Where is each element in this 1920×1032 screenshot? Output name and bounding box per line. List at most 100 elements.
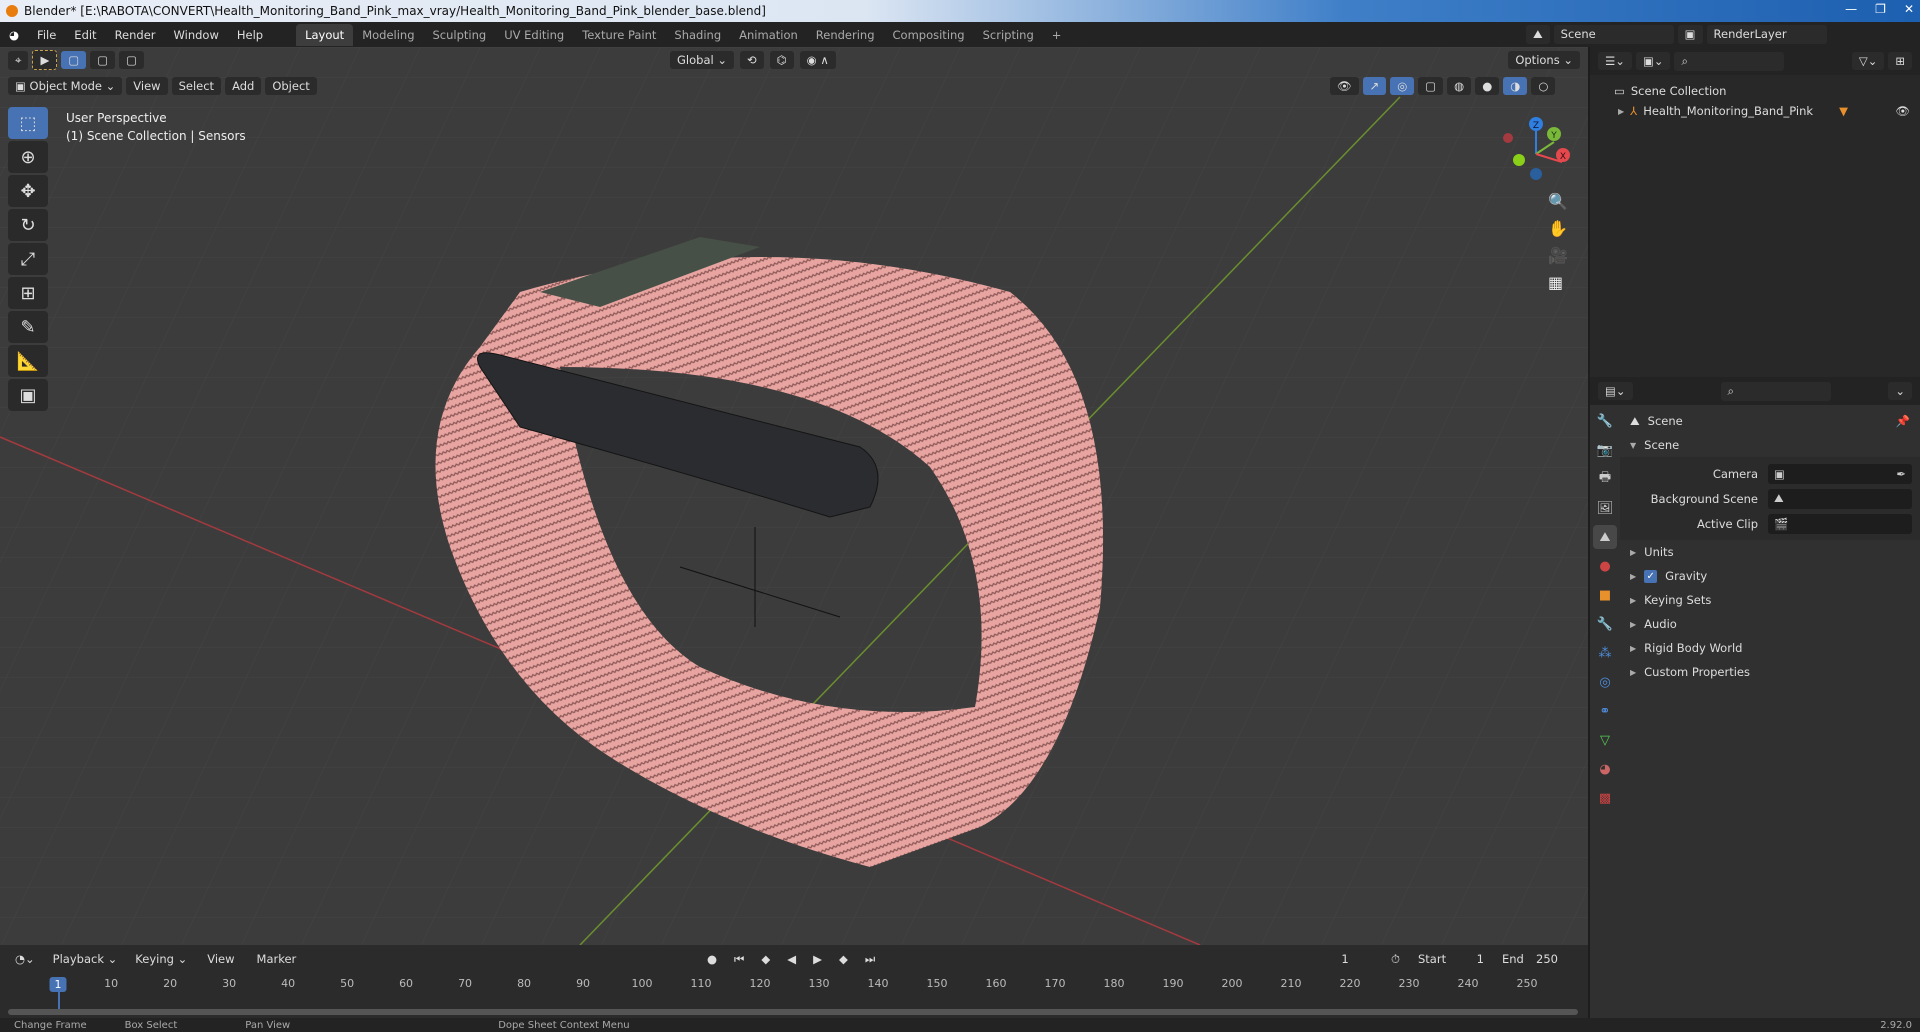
render-layer-field[interactable]: RenderLayer xyxy=(1706,25,1827,44)
tab-shading[interactable]: Shading xyxy=(665,24,730,46)
options-dropdown[interactable]: Options ⌄ xyxy=(1508,51,1580,69)
menu-view[interactable]: View xyxy=(126,77,168,95)
outliner-search-input[interactable]: ⌕ xyxy=(1674,51,1785,71)
tool-tab-icon[interactable]: 🔧 xyxy=(1593,409,1617,433)
maximize-icon[interactable]: ❐ xyxy=(1875,2,1886,16)
editor-type-icon[interactable]: ⌖ xyxy=(8,50,29,70)
scene-tab-icon[interactable]: ⛰ xyxy=(1593,525,1617,549)
menu-help[interactable]: Help xyxy=(228,28,272,42)
minimize-icon[interactable]: — xyxy=(1845,2,1857,16)
panel-custom-properties[interactable]: ▶ Custom Properties xyxy=(1620,660,1920,684)
ortho-grid-icon[interactable]: ▦ xyxy=(1548,273,1568,292)
playhead-line[interactable] xyxy=(58,991,60,1011)
menu-edit[interactable]: Edit xyxy=(65,28,105,42)
3d-viewport[interactable]: ⌖ ▶ ▢ ▢ ▢ Global ⌄ ⟲ ⌬ ◉ ∧ Options ⌄ ▣ O… xyxy=(0,47,1588,945)
new-collection-icon[interactable]: ⊞ xyxy=(1888,52,1912,70)
navigation-gizmo[interactable]: Z Y X xyxy=(1490,112,1570,192)
world-tab-icon[interactable]: ● xyxy=(1593,554,1617,578)
gizmo-toggle-icon[interactable]: ↗ xyxy=(1362,77,1387,95)
filter-icon[interactable]: ▽⌄ xyxy=(1851,52,1885,70)
timeline-scrollbar[interactable] xyxy=(8,1009,1578,1015)
wireframe-shading-icon[interactable]: ◍ xyxy=(1447,77,1472,95)
select-mode-new-icon[interactable]: ▢ xyxy=(61,51,87,69)
camera-view-icon[interactable]: 🎥 xyxy=(1548,246,1568,265)
rendered-shading-icon[interactable]: ○ xyxy=(1531,77,1556,95)
tab-scripting[interactable]: Scripting xyxy=(974,24,1043,46)
data-tab-icon[interactable]: ▽ xyxy=(1593,728,1617,752)
properties-options-icon[interactable]: ⌄ xyxy=(1888,382,1912,400)
outliner-item[interactable]: ▶ ⅄ Health_Monitoring_Band_Pink ▼ 👁 xyxy=(1590,101,1920,121)
add-workspace-button[interactable]: + xyxy=(1043,24,1071,46)
physics-tab-icon[interactable]: ◎ xyxy=(1593,670,1617,694)
zoom-icon[interactable]: 🔍 xyxy=(1548,192,1568,211)
eyedropper-icon[interactable]: ✒ xyxy=(1896,467,1906,481)
outliner-filter-view-icon[interactable]: ▣⌄ xyxy=(1635,52,1671,70)
select-box-tool-icon[interactable]: ⬚ xyxy=(8,107,48,139)
expand-arrow-icon[interactable]: ▶ xyxy=(1618,107,1624,116)
object-tab-icon[interactable]: ■ xyxy=(1593,583,1617,607)
rotate-tool-icon[interactable]: ↻ xyxy=(8,209,48,241)
measure-tool-icon[interactable]: 📐 xyxy=(8,345,48,377)
scale-tool-icon[interactable]: ⤢ xyxy=(8,243,48,275)
panel-keying-sets[interactable]: ▶ Keying Sets xyxy=(1620,588,1920,612)
render-tab-icon[interactable]: 📷 xyxy=(1593,438,1617,462)
frame-ruler[interactable]: 1 10 20 30 40 50 60 70 80 90 100 110 120 130 140 150 160… xyxy=(0,945,1588,1018)
blender-menu-icon[interactable]: ◕ xyxy=(0,28,28,42)
proportional-edit-icon[interactable]: ◉ ∧ xyxy=(799,51,836,69)
menu-add[interactable]: Add xyxy=(225,77,262,95)
material-shading-icon[interactable]: ◑ xyxy=(1503,77,1528,95)
modifier-icon[interactable]: ▼ xyxy=(1839,104,1848,118)
menu-file[interactable]: File xyxy=(28,28,65,42)
background-scene-field[interactable]: ⛰ xyxy=(1768,488,1912,509)
pivot-point-icon[interactable]: ⟲ xyxy=(739,51,764,69)
texture-tab-icon[interactable]: ▩ xyxy=(1593,786,1617,810)
panel-units[interactable]: ▶ Units xyxy=(1620,540,1920,564)
pan-hand-icon[interactable]: ✋ xyxy=(1548,219,1568,238)
annotate-tool-icon[interactable]: ✎ xyxy=(8,311,48,343)
active-clip-field[interactable]: 🎬 xyxy=(1768,513,1912,534)
constraints-tab-icon[interactable]: ⚭ xyxy=(1593,699,1617,723)
tab-sculpting[interactable]: Sculpting xyxy=(424,24,496,46)
select-tool-icon[interactable]: ▶ xyxy=(32,50,58,70)
object-mode-dropdown[interactable]: ▣ Object Mode ⌄ xyxy=(8,77,123,95)
transform-tool-icon[interactable]: ⊞ xyxy=(8,277,48,309)
output-tab-icon[interactable]: 🖶 xyxy=(1593,467,1617,491)
properties-editor-type-icon[interactable]: ▤⌄ xyxy=(1598,382,1633,400)
menu-object[interactable]: Object xyxy=(265,77,317,95)
menu-window[interactable]: Window xyxy=(165,28,228,42)
view-layer-tab-icon[interactable]: 🖼 xyxy=(1593,496,1617,520)
visibility-icon[interactable]: 👁 xyxy=(1330,77,1359,95)
particles-tab-icon[interactable]: ⁂ xyxy=(1593,641,1617,665)
cursor-tool-icon[interactable]: ⊕ xyxy=(8,141,48,173)
transform-orientation-dropdown[interactable]: Global ⌄ xyxy=(670,51,734,69)
panel-scene[interactable]: ▼ Scene xyxy=(1620,433,1920,457)
pin-icon[interactable]: 📌 xyxy=(1896,414,1910,428)
material-tab-icon[interactable]: ◕ xyxy=(1593,757,1617,781)
camera-field[interactable]: ▣ ✒ xyxy=(1768,463,1912,484)
render-layer-icon[interactable]: ▣ xyxy=(1677,25,1703,44)
close-icon[interactable]: ✕ xyxy=(1904,2,1914,16)
outliner-scene-collection[interactable]: ▭ Scene Collection xyxy=(1590,81,1920,101)
tab-animation[interactable]: Animation xyxy=(730,24,807,46)
scene-name-field[interactable]: Scene xyxy=(1553,25,1674,44)
tab-rendering[interactable]: Rendering xyxy=(807,24,884,46)
timeline[interactable]: ◔⌄ Playback ⌄ Keying ⌄ View Marker ● ⏮ ◆… xyxy=(0,945,1588,1018)
overlay-toggle-icon[interactable]: ◎ xyxy=(1390,77,1415,95)
menu-select[interactable]: Select xyxy=(171,77,222,95)
tab-texture-paint[interactable]: Texture Paint xyxy=(573,24,665,46)
menu-render[interactable]: Render xyxy=(106,28,165,42)
modifier-tab-icon[interactable]: 🔧 xyxy=(1593,612,1617,636)
panel-gravity[interactable]: ▶ ✓ Gravity xyxy=(1620,564,1920,588)
panel-audio[interactable]: ▶ Audio xyxy=(1620,612,1920,636)
solid-shading-icon[interactable]: ● xyxy=(1475,77,1500,95)
select-mode-subtract-icon[interactable]: ▢ xyxy=(119,51,144,69)
outliner-display-mode-icon[interactable]: ☰⌄ xyxy=(1598,52,1632,70)
tab-compositing[interactable]: Compositing xyxy=(884,24,974,46)
visibility-eye-icon[interactable]: 👁 xyxy=(1895,104,1910,118)
select-mode-extend-icon[interactable]: ▢ xyxy=(90,51,116,69)
properties-search-input[interactable]: ⌕ xyxy=(1720,381,1831,401)
panel-rigid-body-world[interactable]: ▶ Rigid Body World xyxy=(1620,636,1920,660)
gravity-checkbox[interactable]: ✓ xyxy=(1644,569,1658,583)
move-tool-icon[interactable]: ✥ xyxy=(8,175,48,207)
scene-icon[interactable]: ⛰ xyxy=(1526,25,1550,44)
